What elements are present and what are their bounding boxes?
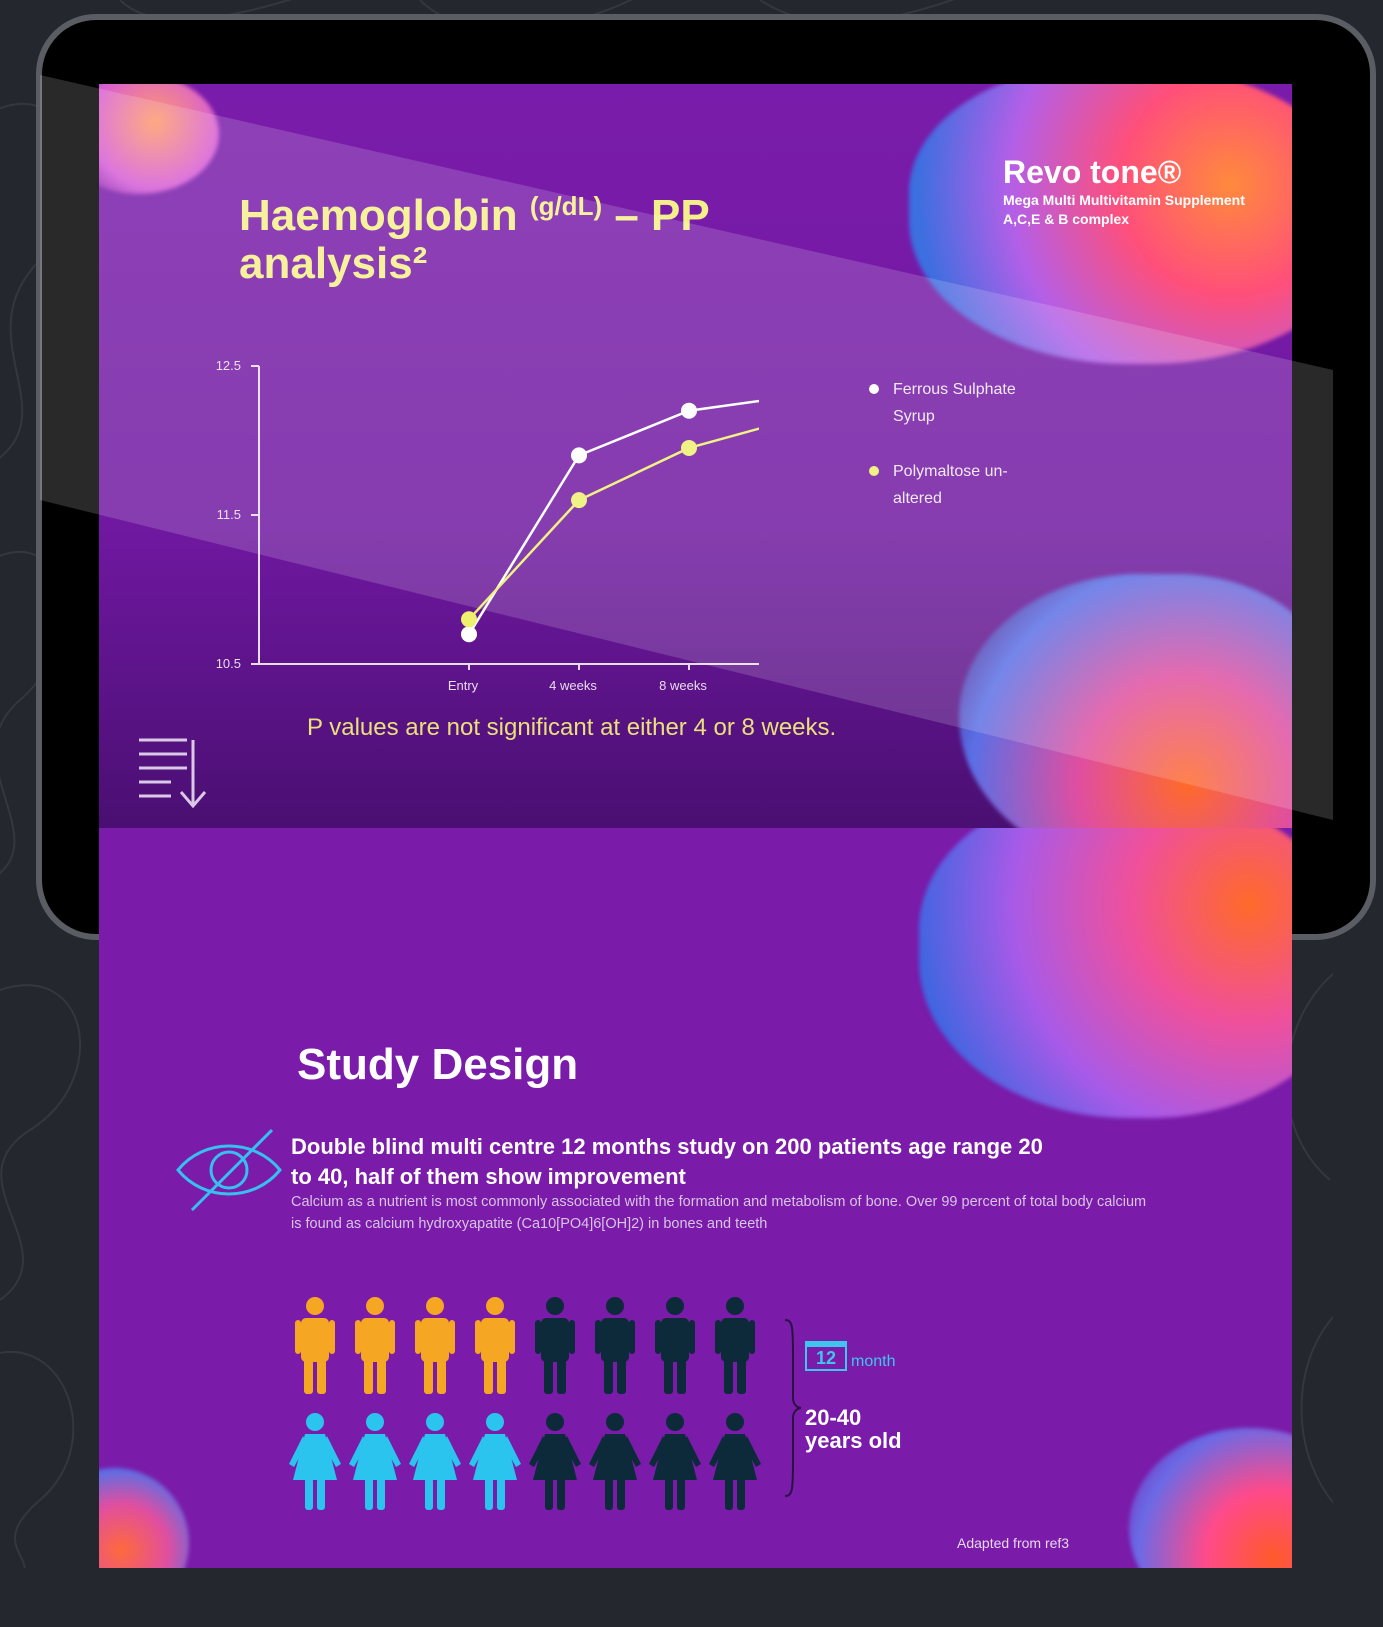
series-point	[681, 402, 697, 419]
p-value-note: P values are not significant at either 4…	[307, 714, 837, 741]
male-person-icon	[535, 1297, 575, 1394]
age-range: 20-40 years old	[805, 1406, 902, 1452]
haemoglobin-line-chart: 12.511.510.5Entry4 weeks8 weeks12 weeks	[216, 358, 759, 693]
y-tick-label: 10.5	[216, 656, 241, 671]
series-point	[461, 611, 477, 628]
legend-marker	[869, 384, 879, 394]
slide-title: Haemoglobin (g/dL) – PP analysis²	[239, 191, 710, 289]
x-tick-label: 4 weeks	[549, 678, 597, 693]
series-line	[467, 399, 759, 635]
male-person-icon	[655, 1297, 695, 1394]
decorative-blob	[919, 828, 1292, 1118]
study-description: Calcium as a nutrient is most commonly a…	[291, 1194, 1147, 1232]
brand-name: Revo tone®	[1003, 154, 1182, 190]
male-person-icon	[595, 1297, 635, 1394]
decorative-blob	[99, 1468, 189, 1568]
female-person-icon	[709, 1413, 761, 1510]
female-person-icon	[349, 1413, 401, 1510]
female-person-icon	[289, 1413, 341, 1510]
menu-sort-icon[interactable]	[139, 736, 213, 810]
source-footnote: Adapted from ref3	[957, 1535, 1070, 1551]
y-tick-label: 11.5	[217, 507, 241, 522]
legend-item: Polymaltose un-altered	[869, 458, 1033, 512]
male-person-icon	[475, 1297, 515, 1394]
female-person-icon	[589, 1413, 641, 1510]
series-line	[468, 427, 759, 621]
decorative-blob	[959, 574, 1292, 828]
female-person-icon	[469, 1413, 521, 1510]
calendar-unit: month	[851, 1353, 896, 1370]
brand-logo: Revo tone® Mega Multi Multivitamin Suppl…	[1003, 154, 1263, 229]
female-person-icon	[409, 1413, 461, 1510]
male-person-icon	[355, 1297, 395, 1394]
x-tick-label: 8 weeks	[659, 678, 707, 693]
bracket-divider	[784, 1319, 802, 1497]
patients-infographic	[289, 1297, 761, 1510]
female-person-icon	[529, 1413, 581, 1510]
decorative-blob	[1129, 1428, 1292, 1568]
slide-haemoglobin: Haemoglobin (g/dL) – PP analysis² Revo t…	[99, 84, 1292, 828]
study-headline: Double blind multi centre 12 months stud…	[291, 1134, 1043, 1189]
male-person-icon	[715, 1297, 755, 1394]
decorative-blob	[99, 84, 219, 194]
slide-title: Study Design	[297, 1040, 579, 1089]
legend-item: Ferrous Sulphate Syrup	[869, 376, 1033, 430]
brand-tagline: Mega Multi Multivitamin Supplement A,C,E…	[1003, 192, 1245, 227]
age-range-unit: years old	[805, 1428, 902, 1454]
series-point	[681, 439, 697, 456]
legend-marker	[869, 466, 879, 476]
calendar-icon: 12	[805, 1341, 847, 1371]
x-tick-label: Entry	[448, 678, 479, 693]
series-point	[571, 492, 587, 509]
series-point	[461, 626, 477, 643]
legend-label: Ferrous Sulphate Syrup	[893, 381, 1016, 425]
calendar-badge: 12 month	[805, 1341, 895, 1371]
age-range-value: 20-40	[805, 1405, 862, 1430]
series-point	[571, 447, 587, 464]
y-tick-label: 12.5	[216, 358, 241, 373]
female-person-icon	[649, 1413, 701, 1510]
male-person-icon	[415, 1297, 455, 1394]
male-person-icon	[295, 1297, 335, 1394]
slide-study-design: Study Design Double blind multi centre 1…	[99, 828, 1292, 1568]
chart-legend: Ferrous Sulphate Syrup Polymaltose un-al…	[869, 376, 1033, 540]
calendar-number: 12	[815, 1348, 837, 1368]
legend-label: Polymaltose un-altered	[893, 463, 1008, 507]
eye-slash-icon	[176, 1128, 282, 1212]
